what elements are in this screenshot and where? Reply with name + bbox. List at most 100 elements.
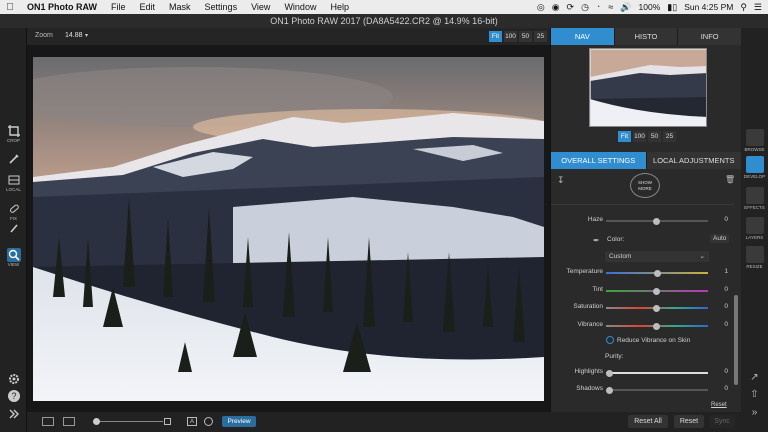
- single-view-icon[interactable]: [42, 417, 54, 426]
- saturation-slider[interactable]: [606, 304, 708, 312]
- nav-zoom-fit[interactable]: Fit: [618, 131, 631, 142]
- volume-icon[interactable]: 🔊: [620, 2, 631, 13]
- tint-knob[interactable]: [653, 287, 660, 295]
- tab-nav[interactable]: NAV: [551, 28, 615, 45]
- reduce-vibrance-checkbox[interactable]: [606, 336, 614, 344]
- photo-canvas[interactable]: [27, 45, 550, 412]
- highlights-slider[interactable]: [606, 369, 708, 377]
- help-button[interactable]: ?: [2, 389, 25, 403]
- reset-link[interactable]: Reset: [711, 402, 727, 408]
- menu-view[interactable]: View: [244, 2, 277, 12]
- thumbnail-size-knob[interactable]: [93, 418, 100, 425]
- export-preset-icon[interactable]: ↧: [557, 175, 565, 186]
- notification-center-icon[interactable]: ☰: [754, 2, 762, 13]
- tool-local[interactable]: LOCAL: [2, 173, 25, 192]
- zoom-fit-button[interactable]: Fit: [489, 31, 502, 42]
- zoom-dropdown-icon[interactable]: ▾: [85, 32, 88, 39]
- clock[interactable]: Sun 4:25 PM: [684, 2, 733, 12]
- highlights-value[interactable]: 0: [716, 368, 728, 375]
- mask-view-icon[interactable]: [204, 417, 213, 426]
- eye-icon[interactable]: ◉: [552, 2, 560, 13]
- nav-tabs: NAV HISTO INFO: [551, 28, 743, 45]
- tool-retouch[interactable]: [2, 221, 25, 235]
- menu-file[interactable]: File: [104, 2, 133, 12]
- menu-window[interactable]: Window: [277, 2, 323, 12]
- reset-button[interactable]: Reset: [674, 415, 704, 428]
- haze-value[interactable]: 0: [716, 216, 728, 223]
- module-resize[interactable]: RESIZE: [742, 246, 767, 269]
- thumbnail-size-slider[interactable]: [95, 421, 163, 422]
- status-icon[interactable]: ◎: [537, 2, 545, 13]
- tab-histo[interactable]: HISTO: [614, 28, 679, 45]
- highlights-knob[interactable]: [606, 369, 613, 377]
- show-more-button[interactable]: SHOW MORE: [630, 173, 660, 198]
- tint-slider[interactable]: [606, 287, 708, 295]
- saturation-knob[interactable]: [653, 304, 660, 312]
- temperature-value[interactable]: 1: [716, 268, 728, 275]
- tab-info[interactable]: INFO: [678, 28, 743, 45]
- tool-fix[interactable]: FIX: [2, 202, 25, 221]
- nav-zoom-100[interactable]: 100: [633, 131, 646, 142]
- collapse-right-button[interactable]: »: [742, 407, 767, 418]
- sync-icon[interactable]: ⟳: [567, 2, 575, 13]
- eyedropper-icon[interactable]: ✒: [593, 236, 600, 245]
- search-icon[interactable]: ⚲: [740, 2, 747, 13]
- preview-button[interactable]: Preview: [222, 416, 256, 427]
- wifi-icon[interactable]: ≈: [608, 2, 613, 12]
- haze-slider[interactable]: [606, 217, 708, 225]
- tool-view[interactable]: VIEW: [2, 248, 25, 267]
- auto-color-button[interactable]: Auto: [710, 234, 730, 243]
- tint-value[interactable]: 0: [716, 286, 728, 293]
- filmstrip-icon[interactable]: [63, 417, 75, 426]
- time-machine-icon[interactable]: ◷: [581, 2, 589, 13]
- tool-crop[interactable]: CROP: [2, 124, 25, 143]
- zoom-25-button[interactable]: 25: [534, 31, 547, 42]
- temperature-knob[interactable]: [654, 269, 661, 277]
- sync-button[interactable]: Sync: [709, 415, 735, 428]
- collapse-left-button[interactable]: [2, 407, 25, 421]
- color-label: Color:: [607, 236, 625, 243]
- navigator-thumbnail[interactable]: [589, 48, 707, 127]
- haze-knob[interactable]: [653, 217, 660, 225]
- panel-scrollbar-thumb[interactable]: [734, 295, 738, 385]
- module-browse[interactable]: BROWSE: [742, 129, 767, 152]
- menu-settings[interactable]: Settings: [198, 2, 245, 12]
- color-preset-select[interactable]: Custom ⌄: [605, 251, 709, 262]
- saturation-value[interactable]: 0: [716, 303, 728, 310]
- zoom-100-button[interactable]: 100: [504, 31, 517, 42]
- battery-icon[interactable]: ▮▯: [667, 2, 677, 13]
- panel-scrollbar[interactable]: [734, 220, 738, 400]
- zoom-value[interactable]: 14.88: [65, 32, 83, 39]
- menu-help[interactable]: Help: [323, 2, 356, 12]
- large-thumb-icon[interactable]: [164, 418, 171, 425]
- tab-local-adjustments[interactable]: LOCAL ADJUSTMENTS: [646, 152, 742, 169]
- nav-zoom-25[interactable]: 25: [663, 131, 676, 142]
- settings-gear[interactable]: [2, 372, 25, 386]
- module-effects[interactable]: EFFECTS: [742, 187, 767, 210]
- module-develop[interactable]: DEVELOP: [742, 156, 767, 179]
- apple-icon[interactable]: : [0, 2, 20, 13]
- trash-icon[interactable]: 🗑: [725, 175, 735, 184]
- module-layers[interactable]: LAYERS: [742, 217, 767, 240]
- vibrance-knob[interactable]: [653, 322, 660, 330]
- tool-brush[interactable]: [2, 152, 25, 166]
- menu-edit[interactable]: Edit: [133, 2, 163, 12]
- export-button[interactable]: ⇧: [742, 389, 767, 400]
- shadows-value[interactable]: 0: [716, 385, 728, 392]
- battery-percent[interactable]: 100%: [639, 2, 661, 12]
- vibrance-value[interactable]: 0: [716, 321, 728, 328]
- nav-zoom-50[interactable]: 50: [648, 131, 661, 142]
- menu-app-name[interactable]: ON1 Photo RAW: [20, 2, 104, 12]
- menu-mask[interactable]: Mask: [162, 2, 198, 12]
- local-icon: [8, 175, 19, 185]
- zoom-50-button[interactable]: 50: [519, 31, 532, 42]
- bluetooth-icon[interactable]: ᛫: [596, 2, 601, 12]
- shadows-knob[interactable]: [606, 386, 613, 394]
- reset-all-button[interactable]: Reset All: [628, 415, 668, 428]
- temperature-slider[interactable]: [606, 269, 708, 277]
- shadows-slider[interactable]: [606, 386, 708, 394]
- tab-overall-settings[interactable]: OVERALL SETTINGS: [551, 152, 647, 169]
- text-overlay-icon[interactable]: A: [187, 417, 197, 426]
- share-button[interactable]: ↗: [742, 372, 767, 383]
- vibrance-slider[interactable]: [606, 322, 708, 330]
